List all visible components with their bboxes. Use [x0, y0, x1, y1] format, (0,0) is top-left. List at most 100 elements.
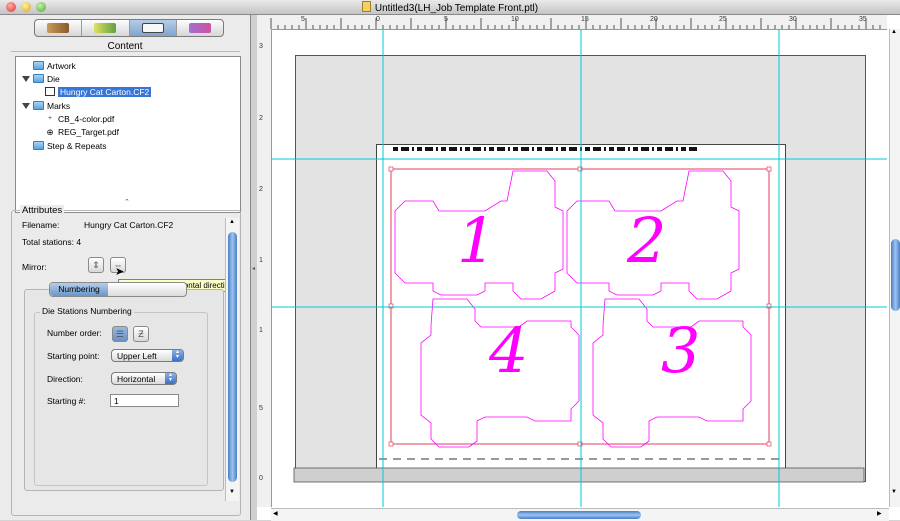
vertical-ruler: 3 2 2 1 1 5 0 [257, 29, 272, 507]
colorbar-patch [689, 147, 697, 151]
colorbar-patch [417, 147, 422, 151]
selection-handle[interactable] [766, 166, 772, 172]
layout-canvas-area: 5 0 5 10 15 20 25 30 35 3 2 2 1 1 5 0 1 … [257, 15, 900, 521]
colorbar-patch [652, 147, 654, 151]
colorbar-patch [532, 147, 534, 151]
colorbar-patch [561, 147, 566, 151]
starting-point-select[interactable]: Upper Left ▴ ▾ [111, 349, 184, 362]
tree-item-reg-target[interactable]: ⊕ REG_Target.pdf [45, 126, 119, 138]
starting-number-field[interactable]: 1 [110, 394, 179, 407]
tab-step-repeat[interactable] [177, 20, 223, 36]
mirror-vertical-icon: ⇕ [92, 260, 100, 270]
canvas-vertical-scroll-thumb[interactable] [891, 239, 900, 311]
selection-handle[interactable] [766, 441, 772, 447]
selection-handle[interactable] [388, 166, 394, 172]
colorbar-patch [681, 147, 686, 151]
tree-item-marks[interactable]: Marks [22, 100, 70, 112]
colorbar-patch [473, 147, 481, 151]
ruler-label: 1 [259, 257, 263, 264]
tree-item-die-file[interactable]: Hungry Cat Carton.CF2 [45, 86, 152, 98]
ruler-label: 2 [259, 186, 263, 193]
tree-item-artwork[interactable]: Artwork [33, 60, 76, 72]
die-stations-numbering-title: Die Stations Numbering [40, 306, 134, 316]
die-tab-icon [141, 23, 164, 33]
colorbar-patch [641, 147, 649, 151]
colorbar-mark-icon: ⁺ [47, 114, 53, 124]
attributes-scrollbar[interactable]: ▲ ▼ [225, 218, 239, 501]
mirror-vertical-button[interactable]: ⇕ [88, 257, 104, 273]
canvas-vertical-scrollbar[interactable]: ▲ ▼ [889, 29, 900, 507]
disclosure-triangle-icon[interactable] [22, 76, 30, 82]
selection-handle[interactable] [388, 441, 394, 447]
scroll-up-icon[interactable]: ▲ [891, 29, 897, 35]
tab-numbering[interactable]: Numbering [50, 283, 108, 296]
ruler-label: 5 [301, 16, 305, 23]
registration-target-icon: ⊕ [46, 127, 54, 137]
marks-tab-icon [94, 23, 117, 33]
colorbar-patch [676, 147, 678, 151]
colorbar-patch [537, 147, 542, 151]
colorbar-patch [657, 147, 662, 151]
tab-die[interactable] [129, 20, 177, 36]
tab-artwork[interactable] [35, 20, 83, 36]
number-order-zigzag-button[interactable]: Ƶ [133, 326, 149, 342]
starting-point-label: Starting point: [47, 351, 100, 361]
colorbar-patch [545, 147, 553, 151]
colorbar-patch [425, 147, 433, 151]
direction-select[interactable]: Horizontal ▴ ▾ [111, 372, 177, 385]
number-order-rows-button[interactable]: ☰ [112, 326, 128, 342]
select-arrows-icon: ▴ ▾ [165, 372, 176, 384]
scroll-down-icon[interactable]: ▼ [229, 489, 235, 495]
number-order-label: Number order: [47, 328, 102, 338]
die-layout-drawing [271, 29, 887, 507]
tree-item-step-repeats[interactable]: Step & Repeats [33, 140, 107, 152]
ruler-label: 30 [789, 16, 797, 23]
colorbar-patch [465, 147, 470, 151]
scroll-up-icon[interactable]: ▲ [229, 219, 235, 225]
canvas-horizontal-scroll-thumb[interactable] [517, 511, 641, 519]
ruler-label: 5 [444, 16, 448, 23]
filename-value: Hungry Cat Carton.CF2 [84, 220, 174, 230]
ruler-label: 15 [581, 16, 589, 23]
disclosure-triangle-icon[interactable] [22, 103, 30, 109]
scroll-right-icon[interactable]: ▶ [877, 510, 882, 517]
guides [271, 29, 887, 507]
document-icon [361, 1, 371, 12]
folder-icon [33, 61, 44, 70]
scroll-left-icon[interactable]: ◀ [273, 510, 278, 517]
ruler-label: 0 [376, 16, 380, 23]
rows-order-icon: ☰ [115, 329, 125, 339]
colorbar-patch [412, 147, 414, 151]
ruler-label: 2 [259, 115, 263, 122]
colorbar-patch [497, 147, 505, 151]
starting-number-label: Starting #: [47, 396, 86, 406]
colorbar-patch [633, 147, 638, 151]
colorbar-patch [521, 147, 529, 151]
colorbar-patch [401, 147, 409, 151]
colorbar-patch [609, 147, 614, 151]
scroll-down-icon[interactable]: ▼ [891, 489, 897, 495]
mirror-label: Mirror: [22, 262, 47, 272]
die-icon [45, 87, 55, 96]
tree-item-colorbar[interactable]: ⁺ CB_4-color.pdf [45, 113, 114, 125]
attributes-scroll-thumb[interactable] [228, 232, 237, 482]
tree-item-die[interactable]: Die [22, 73, 60, 85]
colorbar-patch [393, 147, 398, 151]
ruler-label: 5 [259, 405, 263, 412]
artwork-tab-icon [47, 23, 70, 33]
step-repeat-tab-icon [188, 23, 211, 33]
folder-icon [33, 141, 44, 150]
colorbar-patch [489, 147, 494, 151]
colorbar-mark [393, 147, 697, 151]
canvas-horizontal-scrollbar[interactable]: ◀ ▶ [271, 508, 889, 521]
ruler-label: 0 [259, 475, 263, 482]
content-tree: Artwork Die Hungry Cat Carton.CF2 Marks … [15, 56, 241, 213]
station-number-4: 4 [489, 314, 529, 387]
colorbar-patch [593, 147, 601, 151]
tab-marks[interactable] [82, 20, 130, 36]
window-titlebar: Untitled3(LH_Job Template Front.ptl) [0, 0, 900, 15]
splitter-handle-icon[interactable]: ⌃ [124, 198, 130, 206]
colorbar-patch [569, 147, 577, 151]
splitter-arrow-icon[interactable]: ◂ [252, 265, 255, 272]
die-stations [394, 170, 752, 448]
